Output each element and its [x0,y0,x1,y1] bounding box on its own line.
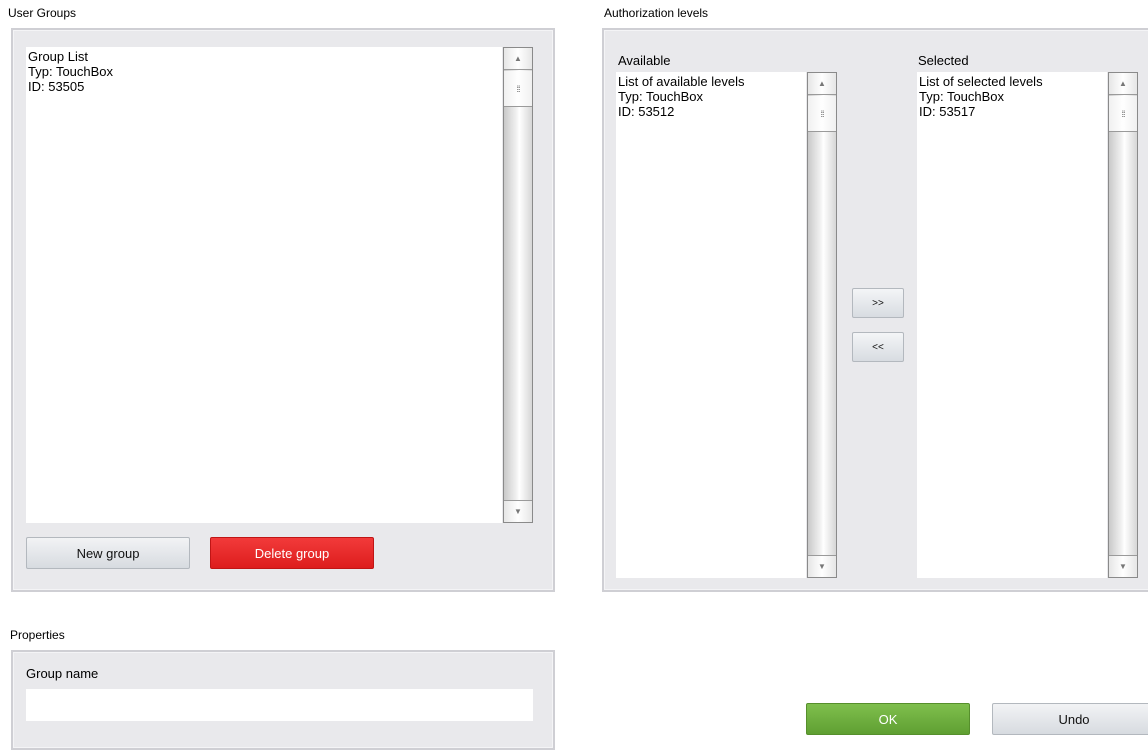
scroll-thumb[interactable]: ⁞⁞ [1109,96,1137,132]
scroll-down-icon[interactable]: ▼ [504,500,532,522]
group-list-item[interactable]: Group List [28,49,502,64]
available-list-item[interactable]: List of available levels [618,74,806,89]
properties-title: Properties [10,628,65,642]
undo-button[interactable]: Undo [992,703,1148,735]
selected-list-item[interactable]: List of selected levels [919,74,1107,89]
group-list-item[interactable]: Typ: TouchBox [28,64,502,79]
authorization-levels-title: Authorization levels [604,6,709,20]
scroll-down-icon[interactable]: ▼ [1109,555,1137,577]
selected-list-item[interactable]: ID: 53517 [919,104,1107,119]
remove-level-button[interactable]: << [852,332,904,362]
selected-list-item[interactable]: Typ: TouchBox [919,89,1107,104]
group-name-input[interactable] [26,689,533,721]
group-name-label: Group name [26,666,99,681]
scroll-thumb[interactable]: ⁞⁞ [504,71,532,107]
ok-button[interactable]: OK [806,703,970,735]
scroll-up-icon[interactable]: ▲ [504,48,532,70]
properties-panel: Group name [11,650,555,750]
authorization-panel: Available List of available levels Typ: … [602,28,1148,592]
selected-levels-list[interactable]: List of selected levels Typ: TouchBox ID… [917,72,1107,578]
scroll-down-icon[interactable]: ▼ [808,555,836,577]
user-groups-title: User Groups [8,6,77,20]
group-list[interactable]: Group List Typ: TouchBox ID: 53505 [26,47,502,523]
available-levels-list[interactable]: List of available levels Typ: TouchBox I… [616,72,806,578]
selected-label: Selected [918,53,969,68]
user-groups-panel: Group List Typ: TouchBox ID: 53505 ▲ ⁞⁞ … [11,28,555,592]
group-list-item[interactable]: ID: 53505 [28,79,502,94]
scroll-thumb[interactable]: ⁞⁞ [808,96,836,132]
selected-list-scrollbar[interactable]: ▲ ⁞⁞ ▼ [1108,72,1138,578]
delete-group-button[interactable]: Delete group [210,537,374,569]
available-list-scrollbar[interactable]: ▲ ⁞⁞ ▼ [807,72,837,578]
scroll-up-icon[interactable]: ▲ [808,73,836,95]
new-group-button[interactable]: New group [26,537,190,569]
scroll-up-icon[interactable]: ▲ [1109,73,1137,95]
add-level-button[interactable]: >> [852,288,904,318]
available-list-item[interactable]: Typ: TouchBox [618,89,806,104]
available-label: Available [618,53,671,68]
available-list-item[interactable]: ID: 53512 [618,104,806,119]
group-list-scrollbar[interactable]: ▲ ⁞⁞ ▼ [503,47,533,523]
